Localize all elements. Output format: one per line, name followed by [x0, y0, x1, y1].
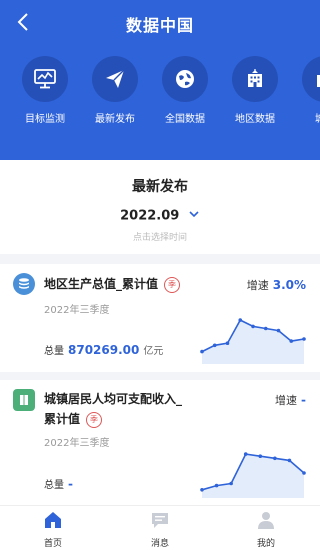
sparkline-point	[229, 481, 233, 486]
indicator-card[interactable]: 地区生产总值_累计值季 增速 3.0% 2022年三季度 总量 870269.00 亿…	[0, 264, 320, 372]
quarter-badge: 季	[86, 411, 103, 428]
total-value: -	[68, 477, 73, 491]
tab-home[interactable]: 首页	[23, 510, 83, 549]
sparkline-point	[251, 324, 255, 329]
sparkline-point	[289, 339, 294, 343]
message-icon	[152, 513, 168, 528]
sparkline-point	[302, 471, 306, 475]
sparkline-point	[276, 328, 281, 333]
nav-item-national-data[interactable]: 全国数据	[150, 56, 220, 125]
chevron-down-icon	[189, 211, 199, 218]
tab-profile[interactable]: 我的	[236, 510, 296, 549]
indicator-card[interactable]: 城镇居民人均可支配收入_ 累计值季 增速 - 2022年三季度 总量 -	[0, 380, 320, 505]
city-icon	[317, 75, 320, 87]
nav-item-city[interactable]: 城市	[290, 56, 320, 125]
tab-label: 消息	[150, 539, 169, 549]
sparkline-point	[212, 343, 217, 348]
latest-release-panel: 最新发布 2022.09 点击选择时间	[0, 160, 320, 254]
monitor-chart-icon	[34, 69, 56, 89]
sparkline-point	[302, 337, 306, 341]
sparkline-point	[238, 318, 243, 322]
indicator-name: 地区生产总值_累计值	[44, 277, 159, 291]
user-icon	[258, 512, 274, 529]
bottom-tab-bar: 首页 消息 我的	[0, 505, 320, 550]
sparkline-point	[287, 458, 292, 463]
sparkline-point	[263, 326, 268, 331]
growth-rate: 增速 -	[275, 393, 306, 407]
nav-item-regional-data[interactable]: 地区数据	[220, 56, 290, 125]
book-icon	[13, 389, 35, 411]
tab-label: 首页	[43, 539, 62, 549]
quarter-badge: 季	[164, 276, 181, 293]
paper-plane-icon	[106, 69, 125, 88]
indicator-name: 城镇居民人均可支配收入_	[44, 392, 183, 406]
sparkline-point	[273, 456, 277, 461]
sparkline-point	[258, 454, 263, 458]
tab-messages[interactable]: 消息	[130, 510, 190, 549]
nav-item-target-monitor[interactable]: 目标监测	[10, 56, 80, 125]
sparkline-point	[214, 483, 219, 488]
trend-sparkline	[200, 318, 306, 364]
sparkline-point	[200, 349, 204, 354]
section-title: 最新发布	[132, 179, 188, 195]
sparkline-point	[200, 488, 204, 492]
date-picker[interactable]: 2022.09	[0, 208, 320, 224]
total-value: 870269.00	[68, 343, 140, 357]
category-nav: 目标监测 最新发布 全国数据 地区数据	[0, 56, 320, 136]
building-icon	[248, 69, 262, 87]
tab-label: 我的	[256, 539, 275, 549]
total-unit: 亿元	[143, 346, 164, 357]
page-title: 数据中国	[125, 16, 194, 35]
nav-item-latest-release[interactable]: 最新发布	[80, 56, 150, 125]
sparkline-point	[243, 452, 248, 456]
period-label: 2022年三季度	[44, 305, 110, 316]
date-hint: 点击选择时间	[132, 233, 187, 243]
indicator-name-cont: 累计值	[44, 412, 81, 426]
total-amount: 总量 870269.00 亿元	[44, 343, 164, 357]
selected-date: 2022.09	[120, 208, 180, 224]
period-label: 2022年三季度	[44, 438, 110, 449]
app-header: 数据中国 目标监测 最新发布 全国数据 地区数据	[0, 0, 320, 160]
trend-sparkline	[200, 452, 306, 498]
home-icon	[45, 512, 61, 528]
growth-rate: 增速 3.0%	[246, 278, 306, 292]
growth-value: -	[301, 393, 306, 407]
sparkline-point	[225, 341, 230, 345]
globe-icon	[176, 70, 194, 88]
growth-value: 3.0%	[272, 278, 306, 292]
database-icon	[13, 273, 35, 295]
total-amount: 总量 -	[44, 477, 73, 491]
